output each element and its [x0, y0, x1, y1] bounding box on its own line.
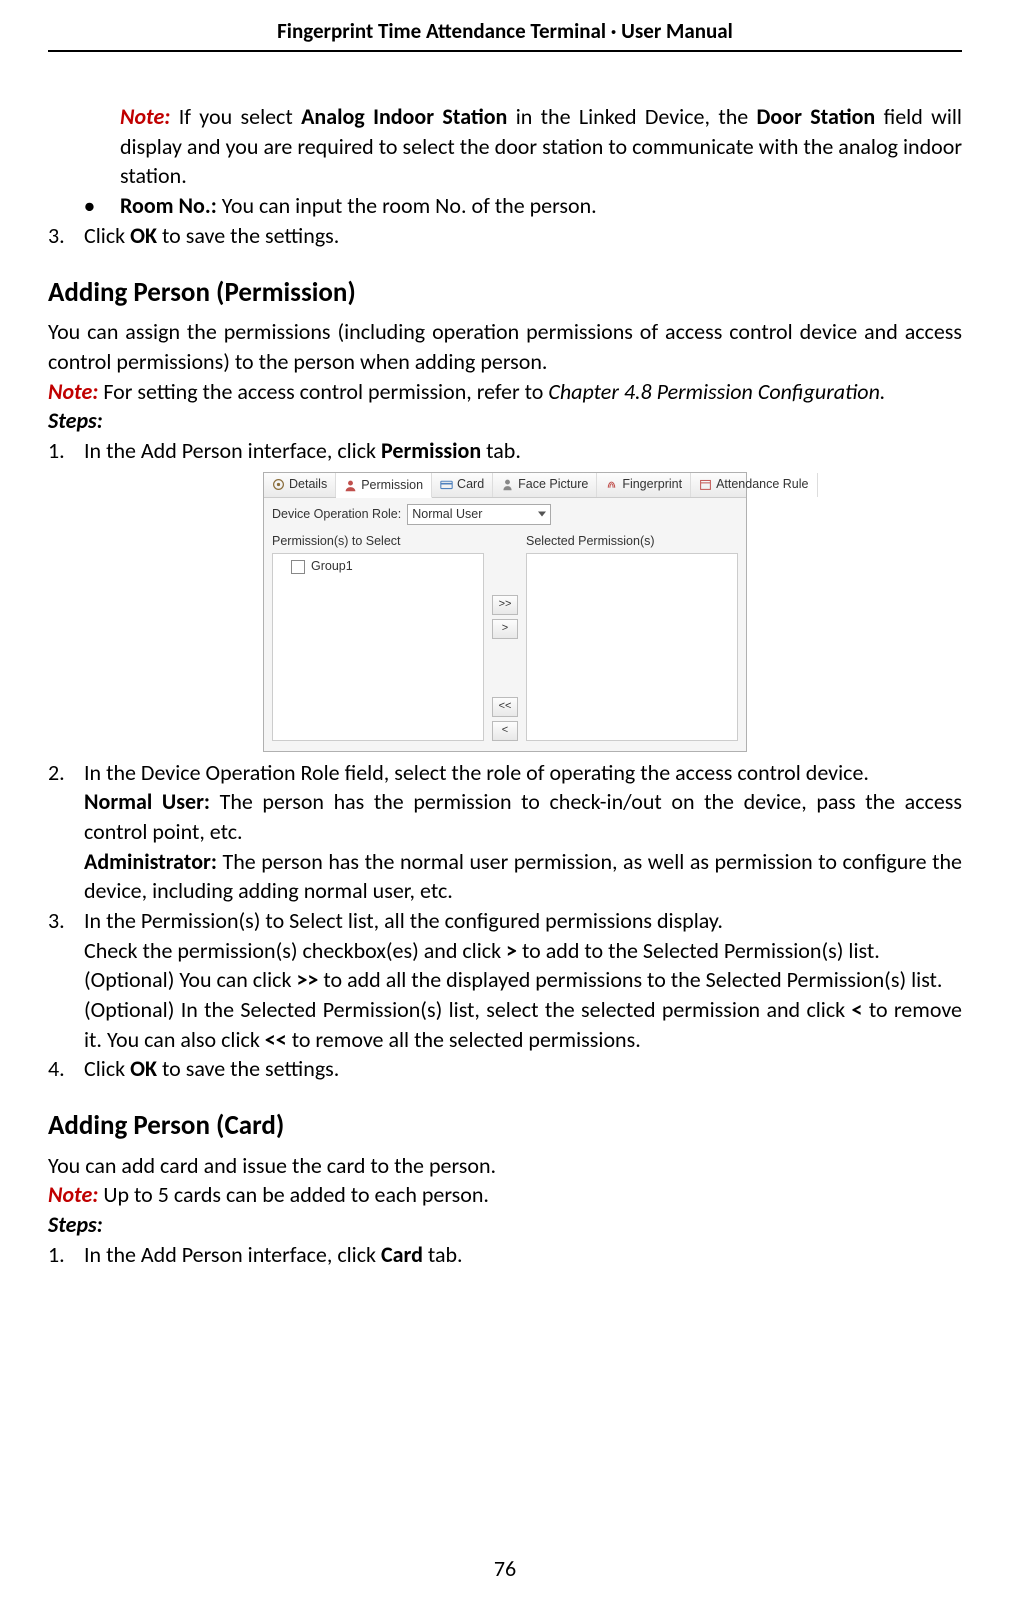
tab-label: Permission [361, 477, 423, 494]
text-italic: Chapter 4.8 Permission Configuration. [548, 378, 885, 405]
tab-label: Face Picture [518, 476, 588, 493]
right-list-heading: Selected Permission(s) [526, 531, 738, 554]
group-label: Group1 [311, 558, 353, 575]
left-list-heading: Permission(s) to Select [272, 531, 484, 554]
roomno-label: Room No.: [120, 192, 217, 219]
step-number: 1. [48, 1240, 84, 1270]
text: For setting the access control permissio… [98, 378, 548, 405]
text: tab. [481, 437, 521, 464]
step-number: 1. [48, 436, 84, 466]
step-number: 4. [48, 1054, 84, 1084]
note-label: Note: [48, 378, 98, 405]
permission-dialog-screenshot: Details Permission Card Face Picture Fin… [263, 472, 747, 752]
text: (Optional) You can click [84, 966, 296, 993]
tab-label: Attendance Rule [716, 476, 808, 493]
text-bold: OK [130, 1055, 157, 1082]
tab-fingerprint[interactable]: Fingerprint [597, 473, 691, 497]
text-bold: Card [381, 1241, 423, 1268]
fingerprint-icon [605, 478, 618, 491]
text-bold: << [265, 1026, 287, 1053]
text-bold: < [852, 996, 863, 1023]
text: to save the settings. [157, 1055, 339, 1082]
text-bold: Analog Indoor Station [301, 103, 507, 130]
text: in the Linked Device, the [507, 103, 756, 130]
note-label: Note: [120, 103, 170, 130]
text: to remove all the selected permissions. [287, 1026, 641, 1053]
tab-card[interactable]: Card [432, 473, 493, 497]
add-button[interactable]: > [492, 619, 518, 639]
text: to save the settings. [157, 222, 339, 249]
permissions-to-select-list[interactable]: Group1 [272, 553, 484, 740]
steps-label: Steps: [48, 1210, 962, 1240]
bullet-item: ● Room No.: You can input the room No. o… [48, 191, 962, 221]
note-label: Note: [48, 1181, 98, 1208]
selected-permissions-list[interactable] [526, 553, 738, 740]
details-icon [272, 478, 285, 491]
list-item: 3. In the Permission(s) to Select list, … [48, 906, 962, 1054]
list-item: 2. In the Device Operation Role field, s… [48, 758, 962, 906]
list-item: 1. In the Add Person interface, click Pe… [48, 436, 962, 466]
text-bold: OK [130, 222, 157, 249]
bullet-icon: ● [84, 191, 120, 221]
remove-all-button[interactable]: << [492, 697, 518, 717]
paragraph: You can add card and issue the card to t… [48, 1151, 962, 1181]
text: (Optional) In the Selected Permission(s)… [84, 996, 852, 1023]
text: tab. [423, 1241, 463, 1268]
text: In the Permission(s) to Select list, all… [84, 906, 962, 936]
text: In the Device Operation Role field, sele… [84, 758, 962, 788]
text: If you select [170, 103, 301, 130]
note-line: Note: Up to 5 cards can be added to each… [48, 1180, 962, 1210]
step-number: 2. [48, 758, 84, 906]
role-select[interactable]: Normal User [407, 504, 551, 525]
list-item: 1. In the Add Person interface, click Ca… [48, 1240, 962, 1270]
text-bold: >> [296, 966, 318, 993]
page-number: 76 [0, 1555, 1010, 1582]
text-bold: Normal User: [84, 788, 210, 815]
tab-label: Details [289, 476, 327, 493]
person-icon [344, 479, 357, 492]
card-icon [440, 478, 453, 491]
steps-label: Steps: [48, 406, 962, 436]
list-item: 4. Click OK to save the settings. [48, 1054, 962, 1084]
text: In the Add Person interface, click [84, 437, 381, 464]
face-icon [501, 478, 514, 491]
section-heading: Adding Person (Permission) [48, 275, 962, 311]
note-line: Note: For setting the access control per… [48, 377, 962, 407]
text: Click [84, 1055, 130, 1082]
text: to add to the Selected Permission(s) lis… [517, 937, 880, 964]
role-label: Device Operation Role: [272, 506, 401, 523]
step-number: 3. [48, 221, 84, 251]
note-block: Note: If you select Analog Indoor Statio… [48, 102, 962, 191]
attendance-icon [699, 478, 712, 491]
text-bold: Door Station [757, 103, 876, 130]
tab-face-picture[interactable]: Face Picture [493, 473, 597, 497]
text: In the Add Person interface, click [84, 1241, 381, 1268]
text: Click [84, 222, 130, 249]
text: Up to 5 cards can be added to each perso… [98, 1181, 489, 1208]
tab-details[interactable]: Details [264, 473, 336, 497]
text: to add all the displayed permissions to … [318, 966, 942, 993]
list-item: 3. Click OK to save the settings. [48, 221, 962, 251]
group-item[interactable]: Group1 [277, 558, 479, 575]
text-bold: > [506, 937, 517, 964]
step-number: 3. [48, 906, 84, 1054]
tab-label: Fingerprint [622, 476, 682, 493]
checkbox[interactable] [291, 560, 305, 574]
page-header-title: Fingerprint Time Attendance Terminal · U… [48, 18, 962, 52]
section-heading: Adding Person (Card) [48, 1108, 962, 1144]
roomno-text: You can input the room No. of the person… [217, 192, 597, 219]
role-value: Normal User [412, 507, 482, 521]
text-bold: Permission [381, 437, 481, 464]
add-all-button[interactable]: >> [492, 595, 518, 615]
tab-permission[interactable]: Permission [336, 473, 432, 498]
remove-button[interactable]: < [492, 721, 518, 741]
tab-attendance-rule[interactable]: Attendance Rule [691, 473, 817, 497]
transfer-buttons: >> > << < [492, 531, 518, 741]
text-bold: Administrator: [84, 848, 217, 875]
text: Check the permission(s) checkbox(es) and… [84, 937, 506, 964]
tab-bar: Details Permission Card Face Picture Fin… [264, 473, 746, 498]
tab-label: Card [457, 476, 484, 493]
paragraph: You can assign the permissions (includin… [48, 317, 962, 376]
text: The person has the permission to check-i… [84, 788, 962, 845]
